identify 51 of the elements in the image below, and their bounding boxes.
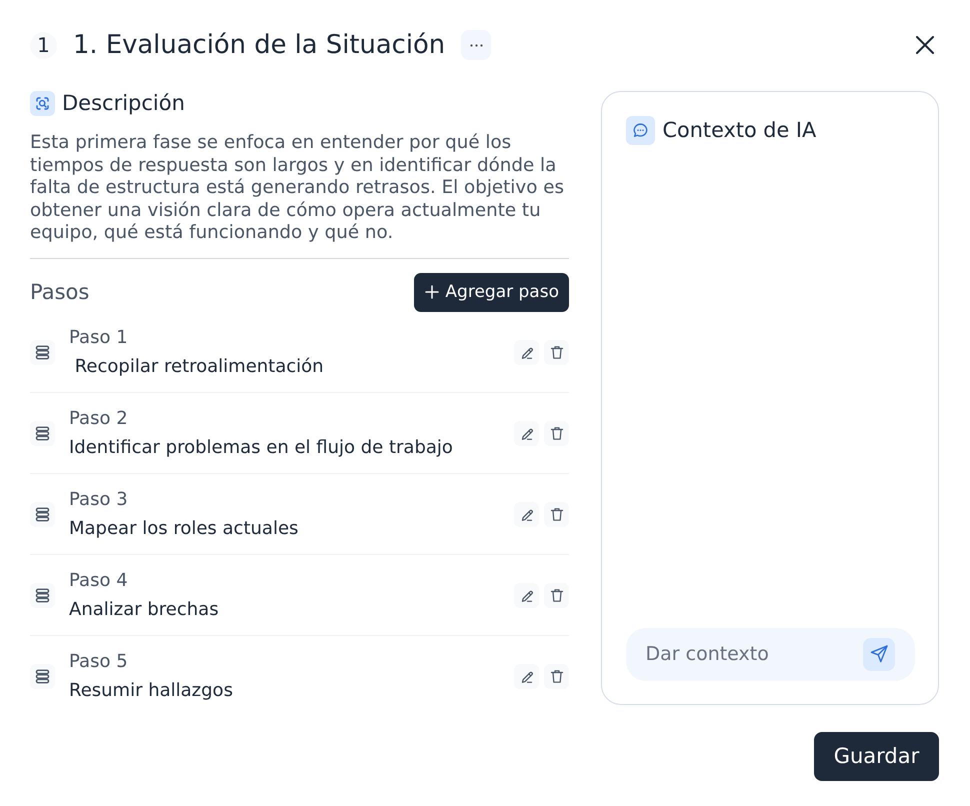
edit-button[interactable] [514, 340, 539, 365]
delete-button[interactable] [544, 583, 569, 608]
step-label: Paso 2 [69, 406, 128, 430]
edit-button[interactable] [514, 583, 539, 608]
delete-button[interactable] [544, 502, 569, 527]
phase-number: 1 [30, 32, 57, 58]
step-title: Recopilar retroalimentación [74, 354, 324, 378]
drag-handle-icon[interactable] [30, 421, 55, 446]
more-icon [470, 44, 483, 46]
drag-handle-icon[interactable] [30, 340, 55, 365]
scan-icon [30, 91, 55, 116]
add-step-button[interactable]: Agregar paso [414, 272, 569, 312]
edit-button[interactable] [514, 502, 539, 527]
save-button[interactable]: Guardar [814, 732, 939, 780]
plus-icon [425, 285, 440, 299]
send-button[interactable] [862, 638, 894, 670]
description-text: Esta primera fase se enfoca en entender por qué los tiempos de respuesta son largos y en identificar dónde la falta de estructura está generando retrasos. El objetivo es obtener una visión clara de cómo opera actualmente tu equipo, qué está funcionando y qué no. [30, 132, 565, 244]
pencil-icon [520, 346, 534, 360]
trash-icon [550, 588, 564, 603]
description-heading: Descripción [62, 91, 185, 116]
step-label: Paso 4 [69, 568, 128, 592]
pencil-icon [520, 670, 534, 684]
trash-icon [550, 345, 564, 360]
step-title: Resumir hallazgos [69, 678, 233, 702]
step-label: Paso 5 [69, 650, 128, 674]
pencil-icon [520, 426, 534, 440]
delete-button[interactable] [544, 340, 569, 365]
drag-handle-icon[interactable] [30, 583, 55, 608]
send-icon [868, 644, 888, 664]
ai-context-heading: Contexto de IA [662, 117, 816, 144]
trash-icon [550, 426, 564, 441]
step-title: Mapear los roles actuales [69, 516, 298, 540]
step-label: Paso 1 [69, 326, 128, 350]
step-title: Analizar brechas [69, 598, 219, 622]
trash-icon [550, 669, 564, 684]
drag-handle-icon[interactable] [30, 664, 55, 689]
pencil-icon [520, 588, 534, 602]
step-label: Paso 3 [69, 488, 128, 512]
drag-handle-icon[interactable] [30, 502, 55, 527]
context-input-field[interactable]: Dar contexto [626, 628, 914, 680]
close-icon [916, 36, 934, 54]
delete-button[interactable] [544, 664, 569, 689]
steps-heading: Pasos [30, 279, 90, 305]
edit-button[interactable] [514, 664, 539, 689]
edit-button[interactable] [514, 421, 539, 446]
pencil-icon [520, 508, 534, 522]
chat-bubble-icon [626, 116, 654, 144]
trash-icon [550, 507, 564, 522]
step-title: Identificar problemas en el flujo de trabajo [69, 436, 453, 460]
dialog-title: 1. Evaluación de la Situación [73, 30, 446, 60]
delete-button[interactable] [544, 421, 569, 446]
